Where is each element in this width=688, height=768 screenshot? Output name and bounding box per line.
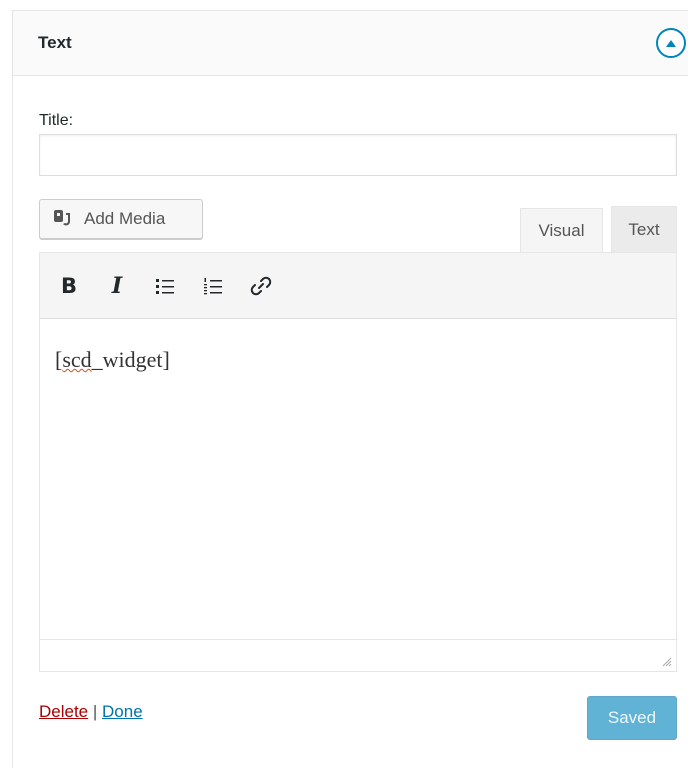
add-media-label: Add Media	[84, 209, 166, 228]
title-input[interactable]	[39, 134, 677, 176]
done-link[interactable]: Done	[102, 702, 143, 721]
separator: |	[92, 702, 98, 721]
visual-editor: B I [scd_widget]	[39, 252, 677, 672]
content-suffix: _widget]	[91, 347, 170, 372]
misspelled-word: scd	[62, 347, 92, 372]
editor-statusbar	[40, 639, 676, 671]
tab-visual[interactable]: Visual	[520, 208, 603, 253]
editor-content-text[interactable]: [scd_widget]	[55, 347, 170, 373]
add-media-button[interactable]: Add Media	[39, 199, 203, 239]
text-widget: Text Title: Add Media Visual Text B I [s…	[12, 10, 688, 768]
resize-handle-icon[interactable]	[662, 657, 672, 667]
tab-text[interactable]: Text	[611, 206, 677, 252]
media-icon	[54, 210, 76, 228]
widget-title: Text	[38, 33, 72, 52]
widget-header[interactable]: Text	[13, 10, 688, 76]
link-icon[interactable]	[244, 269, 278, 303]
widget-actions: Delete | Done	[39, 702, 143, 722]
title-label: Title:	[39, 112, 74, 129]
numbered-list-icon[interactable]	[196, 269, 230, 303]
editor-toolbar: B I	[40, 253, 676, 319]
saved-button[interactable]: Saved	[587, 696, 677, 740]
bulleted-list-icon[interactable]	[148, 269, 182, 303]
arrow-up-icon[interactable]	[656, 28, 686, 58]
collapse-arrow-icon	[666, 39, 676, 47]
delete-link[interactable]: Delete	[39, 702, 88, 721]
bold-icon[interactable]: B	[52, 269, 86, 303]
editor-content[interactable]: [scd_widget]	[40, 319, 676, 641]
italic-icon[interactable]: I	[100, 269, 134, 303]
